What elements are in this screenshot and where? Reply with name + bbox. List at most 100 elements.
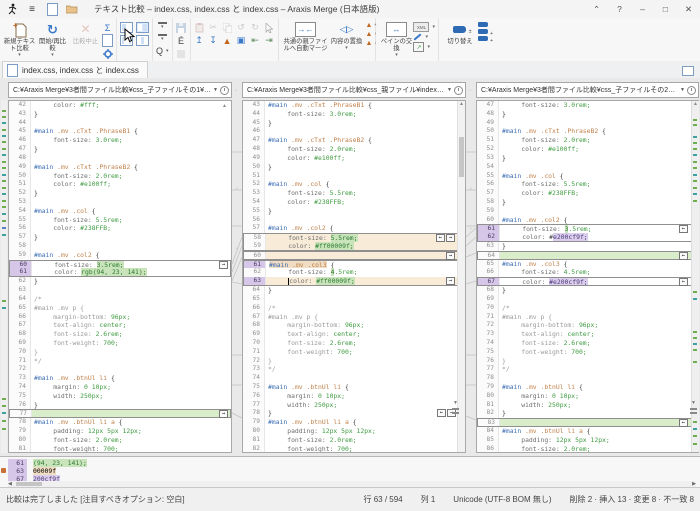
code-line[interactable]: 68 margin-bottom: 96px;: [243, 321, 465, 330]
merge-change-button[interactable]: →: [446, 234, 455, 242]
scroll-up-icon[interactable]: ▲: [222, 103, 227, 109]
code-line[interactable]: 53 font-size: 5.5rem;: [243, 189, 465, 198]
code-line[interactable]: 78#main .mv .btnUl li a {: [9, 418, 231, 427]
bookmark-list-icon[interactable]: [478, 22, 488, 27]
merge-change-button[interactable]: ←: [679, 225, 688, 233]
code-line[interactable]: 62}: [9, 277, 231, 286]
xml-report-icon[interactable]: XML: [413, 22, 429, 32]
code-line[interactable]: 55#main .mv .col {: [477, 172, 698, 181]
code-line[interactable]: 79#main .mv .btnUl li {: [477, 383, 698, 392]
encoding-icon[interactable]: É: [176, 35, 187, 46]
merge-change-button[interactable]: →: [446, 252, 455, 260]
new-document-icon[interactable]: [44, 2, 60, 16]
code-line[interactable]: 48 font-size: 2.0rem;: [243, 145, 465, 154]
code-line[interactable]: 79#main .mv .btnUl li a {: [243, 418, 465, 427]
file-path-right[interactable]: C:¥Araxis Merge¥3者間ファイル比較¥css_子ファイルその2¥i…: [476, 82, 699, 98]
replace-content-button[interactable]: ◁▷ 内容の置換▾: [330, 20, 364, 52]
bookmark-add-icon[interactable]: +: [478, 29, 488, 34]
code-line[interactable]: 78}←→: [243, 409, 465, 418]
code-line[interactable]: 73*/: [243, 365, 465, 374]
auto-merge-button[interactable]: →← 共通の親ファイルへ自動マージ: [282, 20, 330, 52]
status-encoding[interactable]: Unicode (UTF-8 BOM 無し): [453, 494, 551, 505]
detail-row[interactable]: 61(94, 23, 141);: [8, 459, 87, 467]
code-line[interactable]: 70 font-size: 2.6rem;: [243, 339, 465, 348]
code-line[interactable]: 67 color: #e200cf9f;←: [477, 277, 698, 286]
code-line[interactable]: 61 font-size: 3.5rem;←: [477, 224, 698, 233]
history-clock-icon[interactable]: [220, 86, 229, 95]
code-line[interactable]: 45}: [243, 119, 465, 128]
code-line[interactable]: 80 margin: 0 10px;: [477, 392, 698, 401]
code-line[interactable]: 56 font-size: 5.5rem;: [477, 180, 698, 189]
code-line[interactable]: 65: [243, 295, 465, 304]
code-pane-left[interactable]: 42 color: #fff;43}4445#main .mv .cTxt .P…: [8, 100, 232, 453]
layout-3pane-alt-icon[interactable]: [136, 35, 149, 46]
code-line[interactable]: 46: [243, 127, 465, 136]
splitter-controls-middle[interactable]: ▼: [452, 400, 459, 414]
swap-panes-button[interactable]: ↔ ペインの交換▾: [379, 20, 413, 59]
code-line[interactable]: 65#main .mv .col3 {: [477, 260, 698, 269]
code-line[interactable]: 74 margin: 0 10px;: [9, 383, 231, 392]
scroll-down-icon[interactable]: ▼: [453, 400, 458, 406]
link-icon[interactable]: [414, 33, 422, 40]
minimize-button[interactable]: –: [631, 1, 654, 17]
menu-icon[interactable]: ≡: [24, 2, 40, 16]
code-line[interactable]: 81 width: 250px;: [477, 401, 698, 410]
code-line[interactable]: 61#main .mv .col3 {: [243, 260, 465, 269]
code-line[interactable]: 54 color: #238FFB;: [243, 198, 465, 207]
scrollbar-thumb[interactable]: [459, 137, 464, 177]
code-line[interactable]: 72 margin-bottom: 96px;: [477, 321, 698, 330]
code-line[interactable]: 71 font-weight: 700;: [243, 348, 465, 357]
code-line[interactable]: 67 text-align: center;: [9, 321, 231, 330]
code-line[interactable]: 53}: [477, 154, 698, 163]
code-line[interactable]: 63: [9, 286, 231, 295]
splitter-controls-right[interactable]: ▼: [690, 400, 697, 414]
code-line[interactable]: 57#main .mv .col2 {: [243, 224, 465, 233]
merge-change-button[interactable]: ←: [679, 278, 688, 286]
accept-change-icon[interactable]: ▣: [236, 35, 247, 46]
code-line[interactable]: 55}: [243, 207, 465, 216]
scrollbar-thumb[interactable]: [16, 482, 42, 486]
history-clock-icon[interactable]: [687, 86, 696, 95]
code-line[interactable]: 75 font-weight: 700;: [477, 348, 698, 357]
code-line[interactable]: 50}: [243, 163, 465, 172]
diff-map-left[interactable]: [1, 100, 7, 453]
start-recompare-button[interactable]: ↻ 開始/再比較▾: [36, 20, 69, 59]
code-line[interactable]: 49 color: #e100ff;: [243, 154, 465, 163]
code-line[interactable]: 52 color: #e100ff;: [477, 145, 698, 154]
code-line[interactable]: 77*/: [477, 365, 698, 374]
code-line[interactable]: 59 color: #ff00009f;: [243, 242, 465, 251]
bookmark-toggle-button[interactable]: ± 切り替え: [442, 20, 478, 45]
code-line[interactable]: 68}: [477, 286, 698, 295]
code-line[interactable]: 49: [477, 119, 698, 128]
open-folder-icon[interactable]: [64, 2, 80, 16]
code-line[interactable]: 81 font-size: 2.0rem;: [243, 436, 465, 445]
code-line[interactable]: 47}: [9, 145, 231, 154]
code-pane-middle[interactable]: 43#main .mv .cTxt .PhraseB1 {44 font-siz…: [242, 100, 466, 453]
code-line[interactable]: 49#main .mv .cTxt .PhraseB2 {: [9, 163, 231, 172]
code-line[interactable]: 51 color: #e100ff;: [9, 180, 231, 189]
code-line[interactable]: 44: [9, 119, 231, 128]
insert-line-down-icon[interactable]: ↧: [208, 35, 219, 46]
maximize-button[interactable]: □: [654, 1, 677, 17]
code-line[interactable]: 85 padding: 12px 5px 12px;: [477, 436, 698, 445]
code-line[interactable]: 62 color: #e200cf9f;: [477, 233, 698, 242]
code-line[interactable]: 72: [9, 365, 231, 374]
chevron-down-icon[interactable]: ▼: [445, 87, 454, 93]
warning-add-icon[interactable]: ▲+: [366, 22, 373, 29]
chevron-down-icon[interactable]: ▼: [678, 87, 687, 93]
code-line[interactable]: 63}: [477, 242, 698, 251]
code-line[interactable]: 69: [477, 295, 698, 304]
bookmark-next-icon[interactable]: +: [478, 36, 488, 41]
code-line[interactable]: 50 font-size: 2.0rem;: [9, 172, 231, 181]
collapse-ribbon-button[interactable]: ⌃: [585, 1, 608, 17]
code-line[interactable]: 51 font-size: 2.0rem;: [477, 136, 698, 145]
layout-2pane-alt-icon[interactable]: [136, 22, 149, 33]
code-line[interactable]: 58 font-size: 5.5rem;←→: [243, 233, 465, 242]
code-line[interactable]: 82 font-weight: 700;: [243, 445, 465, 453]
code-line[interactable]: 81 font-weight: 700;: [9, 445, 231, 453]
file-options-icon[interactable]: [102, 35, 113, 46]
code-line[interactable]: 80 font-size: 2.0rem;: [9, 436, 231, 445]
code-line[interactable]: 80 padding: 12px 5px 12px;: [243, 427, 465, 436]
code-line[interactable]: 77 width: 250px;: [243, 401, 465, 410]
pane-layout-icon[interactable]: [682, 66, 694, 76]
